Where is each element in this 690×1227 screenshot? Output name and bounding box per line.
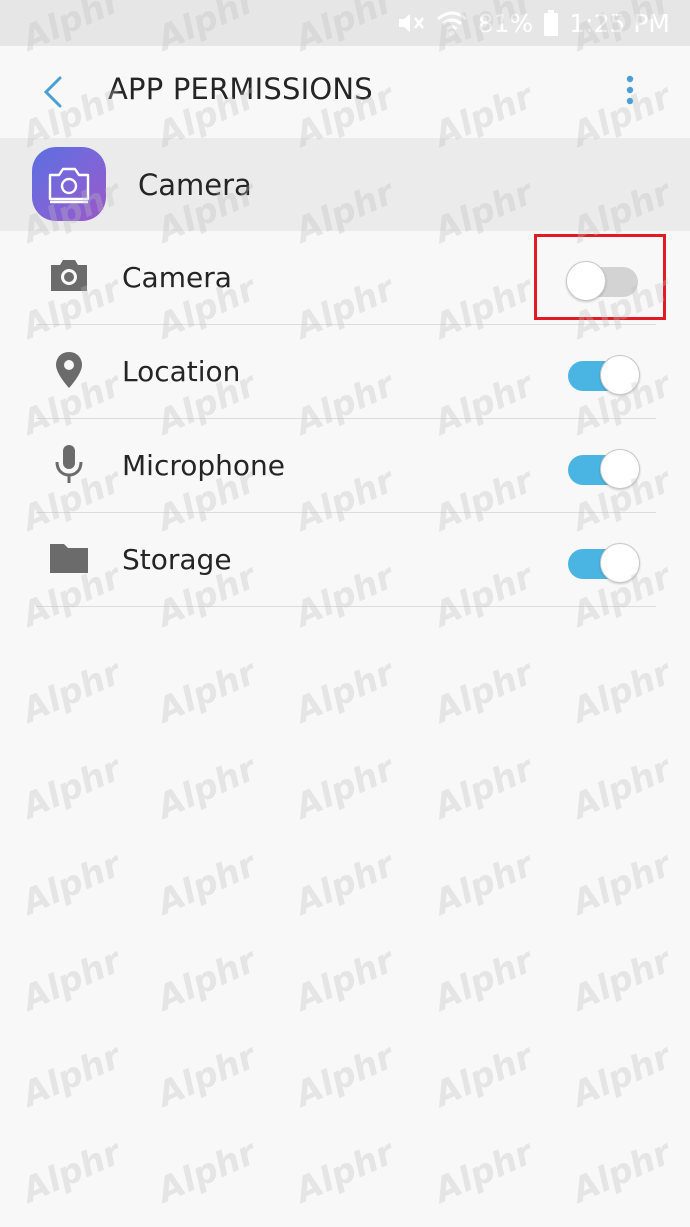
watermark: Alphr [289,1036,400,1116]
battery-percent: 81% [477,8,534,38]
watermark: Alphr [151,748,262,828]
watermark: Alphr [151,652,262,732]
watermark: Alphr [428,652,539,732]
watermark: Alphr [151,940,262,1020]
permission-row-microphone[interactable]: Microphone [0,419,690,513]
watermark: Alphr [428,844,539,924]
watermark: Alphr [566,1132,677,1212]
watermark: Alphr [289,748,400,828]
watermark: Alphr [151,1036,262,1116]
watermark: Alphr [289,940,400,1020]
watermark: Alphr [289,652,400,732]
chevron-left-icon [43,76,62,108]
watermark: Alphr [428,748,539,828]
storage-permission-toggle[interactable] [566,539,640,583]
watermark: Alphr [16,748,127,828]
watermark: Alphr [16,1036,127,1116]
permission-label: Microphone [122,449,285,482]
permission-label: Location [122,355,241,388]
battery-icon [544,10,559,36]
watermark: Alphr [151,1132,262,1212]
location-permission-toggle[interactable] [566,351,640,395]
watermark: Alphr [566,940,677,1020]
watermark: Alphr [566,844,677,924]
app-header: Camera [0,138,690,231]
watermark: Alphr [566,748,677,828]
watermark: Alphr [428,1036,539,1116]
folder-icon [50,544,88,573]
watermark: Alphr [289,844,400,924]
page-title: APP PERMISSIONS [108,72,373,106]
permission-label: Camera [122,261,232,294]
more-vertical-icon [626,75,634,105]
watermark: Alphr [566,652,677,732]
watermark: Alphr [289,1132,400,1212]
watermark: Alphr [151,844,262,924]
more-options-button[interactable] [616,72,644,112]
status-icons: 81% 1:25 PM [396,6,670,40]
camera-app-icon [32,147,106,221]
app-name: Camera [138,168,252,202]
watermark: Alphr [428,940,539,1020]
app-bar: APP PERMISSIONS [0,46,690,138]
location-pin-icon [56,352,82,388]
highlight-box [534,234,666,320]
status-time: 1:25 PM [569,8,670,38]
watermark: Alphr [566,1036,677,1116]
status-bar: 81% 1:25 PM [0,0,690,46]
permission-row-storage[interactable]: Storage [0,513,690,607]
watermark: Alphr [16,940,127,1020]
microphone-permission-toggle[interactable] [566,445,640,489]
watermark: Alphr [16,652,127,732]
watermark: Alphr [16,1132,127,1212]
camera-icon [51,260,87,291]
mute-icon [398,14,424,32]
microphone-icon [55,445,83,483]
watermark: Alphr [16,844,127,924]
watermark: Alphr [428,1132,539,1212]
back-button[interactable] [38,72,72,112]
permission-label: Storage [122,543,232,576]
divider [36,606,656,607]
permission-row-location[interactable]: Location [0,325,690,419]
wifi-icon [436,11,467,36]
